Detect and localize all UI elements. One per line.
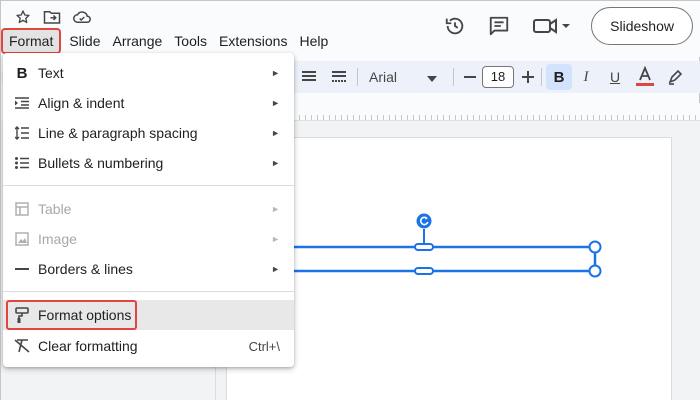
menu-item-borders-lines[interactable]: Borders & lines ► bbox=[3, 254, 294, 284]
submenu-arrow-icon: ► bbox=[271, 204, 280, 214]
resize-handle[interactable] bbox=[414, 243, 434, 251]
menu-item-label: Borders & lines bbox=[38, 261, 133, 277]
menu-item-line-spacing[interactable]: Line & paragraph spacing ► bbox=[3, 118, 294, 148]
menu-divider bbox=[3, 291, 294, 292]
submenu-arrow-icon: ► bbox=[271, 98, 280, 108]
bullets-icon bbox=[11, 157, 33, 169]
resize-handle[interactable] bbox=[414, 267, 434, 275]
menu-item-label: Text bbox=[38, 65, 64, 81]
keyboard-shortcut: Ctrl+\ bbox=[248, 338, 280, 354]
resize-handle[interactable] bbox=[588, 240, 602, 254]
menu-item-align-indent[interactable]: Align & indent ► bbox=[3, 88, 294, 118]
menu-item-table: Table ► bbox=[3, 194, 294, 224]
menu-item-label: Table bbox=[38, 201, 72, 217]
menu-item-bullets-numbering[interactable]: Bullets & numbering ► bbox=[3, 148, 294, 178]
submenu-arrow-icon: ► bbox=[271, 128, 280, 138]
menu-item-clear-formatting[interactable]: Clear formatting Ctrl+\ bbox=[3, 331, 294, 361]
menu-item-format-options[interactable]: Format options bbox=[3, 300, 294, 330]
border-line-icon bbox=[11, 267, 33, 271]
table-icon bbox=[11, 202, 33, 216]
line-spacing-icon bbox=[11, 126, 33, 140]
menu-item-label: Clear formatting bbox=[38, 338, 138, 354]
menu-item-text[interactable]: B Text ► bbox=[3, 58, 294, 88]
highlight-outline bbox=[6, 300, 137, 330]
menu-item-label: Image bbox=[38, 231, 77, 247]
clear-format-icon bbox=[11, 339, 33, 353]
menu-item-label: Line & paragraph spacing bbox=[38, 125, 198, 141]
submenu-arrow-icon: ► bbox=[271, 68, 280, 78]
bold-b-icon: B bbox=[16, 64, 28, 82]
submenu-arrow-icon: ► bbox=[271, 264, 280, 274]
image-icon bbox=[11, 232, 33, 246]
submenu-arrow-icon: ► bbox=[271, 158, 280, 168]
menu-item-label: Bullets & numbering bbox=[38, 155, 164, 171]
rotate-handle-icon[interactable] bbox=[416, 213, 432, 229]
submenu-arrow-icon: ► bbox=[271, 234, 280, 244]
align-indent-icon bbox=[11, 97, 33, 109]
menu-item-label: Align & indent bbox=[38, 95, 125, 111]
resize-handle[interactable] bbox=[588, 264, 602, 278]
format-menu-dropdown: B Text ► Align & indent ► Line & paragra… bbox=[3, 53, 294, 367]
menu-divider bbox=[3, 185, 294, 186]
menu-item-image: Image ► bbox=[3, 224, 294, 254]
